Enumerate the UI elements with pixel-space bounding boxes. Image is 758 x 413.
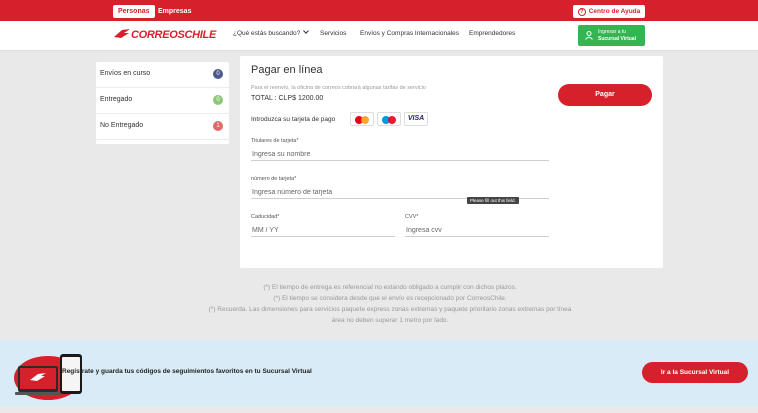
help-center-label: Centro de Ayuda: [588, 8, 641, 15]
go-to-sucursal-button[interactable]: Ir a la Sucursal Virtual: [642, 362, 748, 383]
status-count-badge: 0: [213, 95, 223, 105]
disclaimer-line: (*) El tiempo de entrega es referencial …: [263, 284, 517, 291]
sucursal-line2: Sucursal Virtual: [598, 36, 636, 42]
cvv-input[interactable]: [405, 225, 549, 237]
tab-empresas[interactable]: Empresas: [153, 5, 196, 18]
nav-servicios[interactable]: Servicios: [320, 30, 346, 37]
nav-emprendedores[interactable]: Emprendedores: [469, 30, 515, 37]
chevron-down-icon: [303, 28, 310, 34]
status-label: Envíos en curso: [100, 70, 151, 77]
page-title: Pagar en línea: [251, 64, 323, 76]
total-amount: TOTAL : CLP$ 1200.00: [251, 95, 324, 102]
nav-envios-internacionales[interactable]: Envíos y Compras Internacionales: [360, 30, 459, 37]
shipment-status-card: Envíos en curso 0 Entregado 0 No Entrega…: [96, 62, 229, 144]
nav-search-label: ¿Qué estás buscando?: [233, 30, 301, 37]
status-label: No Entregado: [100, 122, 144, 129]
status-count-badge: 0: [213, 69, 223, 79]
banner-text: Regístrate y guarda tus códigos de segui…: [62, 368, 312, 375]
status-row-no-entregado[interactable]: No Entregado 1: [96, 114, 229, 140]
expiry-input[interactable]: [251, 225, 395, 237]
disclaimer-line: (*) Recuerda. Las dimensiones para servi…: [208, 306, 572, 313]
logo-text: CORREOSCHILE: [131, 29, 217, 41]
card-number-label: número de tarjeta*: [251, 176, 297, 182]
pay-button[interactable]: Pagar: [558, 84, 652, 106]
validation-tooltip: Please fill out this field.: [467, 197, 519, 204]
help-center-button[interactable]: ? Centro de Ayuda: [573, 5, 645, 18]
top-bar: Personas Empresas ? Centro de Ayuda: [0, 0, 758, 21]
mastercard-icon[interactable]: [350, 112, 374, 126]
nav-search-menu[interactable]: ¿Qué estás buscando?: [233, 28, 310, 37]
visa-label: VISA: [407, 115, 425, 122]
user-icon: [585, 31, 593, 40]
status-count-badge: 1: [213, 121, 223, 131]
expiry-label: Caducidad*: [251, 214, 280, 220]
sucursal-line1: Ingresar a tu: [598, 29, 627, 35]
tab-personas[interactable]: Personas: [113, 5, 155, 18]
status-row-entregado[interactable]: Entregado 0: [96, 88, 229, 114]
cvv-label: CVV*: [405, 214, 419, 220]
status-row-en-curso[interactable]: Envíos en curso 0: [96, 62, 229, 88]
card-prompt: Introduzca su tarjeta de pago: [251, 116, 336, 123]
maestro-icon[interactable]: [377, 112, 401, 126]
fee-note: Para el reenvío, la oficina de correos c…: [251, 85, 426, 91]
sucursal-promo-banner: Regístrate y guarda tus códigos de segui…: [0, 340, 758, 406]
disclaimer-line: (*) El tiempo se considera desde que el …: [273, 295, 507, 302]
logo-bird-icon: [114, 29, 130, 38]
help-icon: ?: [577, 7, 586, 16]
status-label: Entregado: [100, 96, 133, 103]
holder-name-input[interactable]: [251, 149, 549, 161]
visa-icon[interactable]: VISA: [404, 112, 428, 126]
correos-logo[interactable]: CORREOSCHILE: [113, 27, 217, 43]
main-nav: CORREOSCHILE ¿Qué estás buscando? Servic…: [0, 21, 758, 51]
disclaimer-line: área no deben superar 1 metro por lado.: [331, 317, 449, 324]
payment-card: Pagar en línea Para el reenvío, la ofici…: [240, 56, 663, 268]
holder-label: Titulares de tarjeta*: [251, 138, 299, 144]
sucursal-virtual-button[interactable]: Ingresar a tu Sucursal Virtual: [578, 25, 645, 46]
